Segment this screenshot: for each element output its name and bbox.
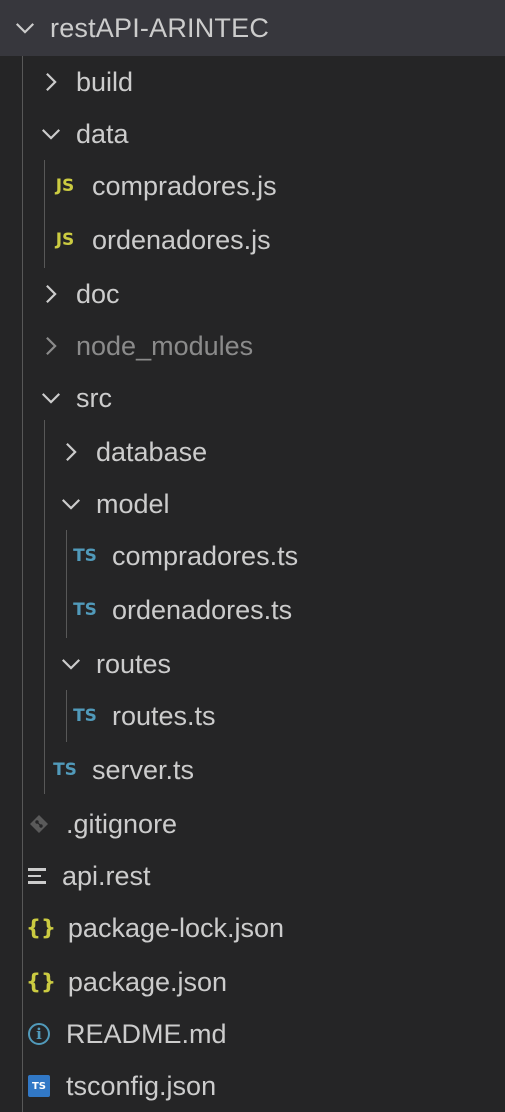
tree-item-ordenadores-js[interactable]: JS ordenadores.js [0,214,505,266]
tree-item-model[interactable]: model [0,478,505,530]
chevron-right-icon [38,281,64,307]
tree-item-server-ts[interactable]: TS server.ts [0,744,505,796]
tree-item-package-lock-json[interactable]: {} package-lock.json [0,902,505,954]
tree-item-label: server.ts [92,754,195,785]
tree-item-node-modules[interactable]: node_modules [0,320,505,372]
tree-item-readme-md[interactable]: i README.md [0,1008,505,1060]
tree-item-label: data [76,118,129,149]
tree-item-label: tsconfig.json [66,1070,217,1101]
tree-item-label: api.rest [62,860,151,891]
chevron-right-icon [38,333,64,359]
explorer-root-folder[interactable]: restAPI-ARINTEC [0,0,505,56]
tree-item-ordenadores-ts[interactable]: TS ordenadores.ts [0,584,505,636]
tree-item-package-json[interactable]: {} package.json [0,956,505,1008]
tsconfig-icon: TS [28,1075,50,1097]
root-folder-label: restAPI-ARINTEC [50,12,270,43]
json-braces-icon: {} [26,970,56,994]
tree-item-label: routes [96,648,172,679]
json-braces-icon: {} [26,916,56,940]
typescript-file-icon: TS [73,600,97,620]
tree-item-doc[interactable]: doc [0,268,505,320]
chevron-down-icon [58,651,84,677]
tree-item-label: ordenadores.ts [112,594,293,625]
tree-item-label: README.md [66,1018,227,1049]
tree-item-label: compradores.ts [112,540,299,571]
tree-item-build[interactable]: build [0,56,505,108]
tree-item-compradores-ts[interactable]: TS compradores.ts [0,530,505,582]
tree-item-label: build [76,66,134,97]
tree-item-label: compradores.js [92,170,277,201]
tree-item-label: ordenadores.js [92,224,271,255]
tree-item-src[interactable]: src [0,372,505,424]
tree-item-routes[interactable]: routes [0,638,505,690]
tree-item-database[interactable]: database [0,426,505,478]
tree-item-compradores-js[interactable]: JS compradores.js [0,160,505,212]
tree-item-label: node_modules [76,330,254,361]
tree-item-routes-ts[interactable]: TS routes.ts [0,690,505,742]
chevron-right-icon [38,69,64,95]
tree-item-api-rest[interactable]: api.rest [0,850,505,902]
tree-item-label: .gitignore [66,808,178,839]
tree-item-label: doc [76,278,120,309]
info-circle-icon: i [28,1023,50,1045]
tree-item-label: package.json [67,966,228,997]
tree-item-label: routes.ts [112,700,216,731]
tree-item-label: package-lock.json [67,912,285,943]
tree-item-label: src [76,382,112,413]
tree-item-tsconfig-json[interactable]: TS tsconfig.json [0,1060,505,1112]
chevron-down-icon [12,15,38,41]
text-lines-icon [28,866,46,886]
tree-item-gitignore[interactable]: .gitignore [0,798,505,850]
typescript-file-icon: TS [73,706,97,726]
git-diamond-icon [28,813,50,835]
chevron-down-icon [38,121,64,147]
typescript-file-icon: TS [53,760,77,780]
tree-item-label: database [96,436,208,467]
chevron-right-icon [58,439,84,465]
chevron-down-icon [38,385,64,411]
file-explorer: restAPI-ARINTEC build data JS compradore… [0,0,505,1112]
typescript-file-icon: TS [73,546,97,566]
chevron-down-icon [58,491,84,517]
javascript-file-icon: JS [55,176,75,196]
tree-item-label: model [96,488,170,519]
javascript-file-icon: JS [55,230,75,250]
tree-item-data[interactable]: data [0,108,505,160]
